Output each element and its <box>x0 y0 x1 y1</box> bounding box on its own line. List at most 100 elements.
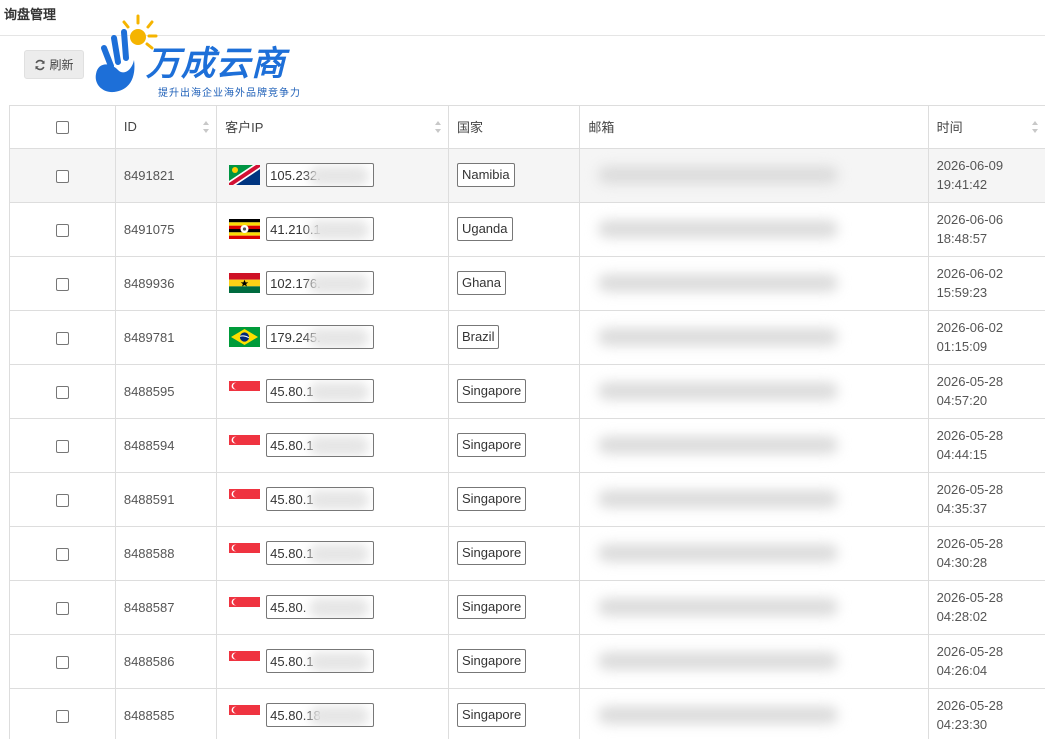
country-field[interactable]: Singapore <box>456 541 527 565</box>
table-row[interactable]: 8488587 45.80. Singapore 2026-05-28 04:28… <box>10 580 1045 635</box>
row-email-cell <box>579 202 929 257</box>
row-checkbox[interactable] <box>55 493 69 507</box>
row-date: 2026-05-28 <box>936 644 1004 659</box>
row-checkbox[interactable] <box>55 709 69 723</box>
row-id: 8488591 <box>115 472 218 527</box>
singapore-flag-icon <box>229 651 261 671</box>
table-row[interactable]: 8488595 45.80.1 Singapore 2026-05-28 04:5… <box>10 364 1045 419</box>
row-clock: 01:15:09 <box>936 339 988 354</box>
country-field[interactable]: Singapore <box>456 595 527 619</box>
ip-field[interactable]: 45.80.1 <box>266 379 375 403</box>
row-date: 2026-05-28 <box>936 590 1004 605</box>
row-time-cell: 2026-06-06 18:48:57 <box>928 202 1045 257</box>
row-select-cell <box>10 688 116 739</box>
namibia-flag-icon <box>229 165 261 185</box>
row-id: 8489936 <box>115 256 218 311</box>
column-header-ip[interactable]: 客户IP <box>216 106 449 149</box>
row-date: 2026-06-06 <box>936 212 1004 227</box>
row-checkbox[interactable] <box>55 169 69 183</box>
uganda-flag-icon <box>229 219 261 239</box>
email-redacted <box>598 652 839 670</box>
refresh-button[interactable]: 刷新 <box>24 50 84 79</box>
refresh-label: 刷新 <box>49 58 74 72</box>
table-row[interactable]: 8491821 105.232. Namibia 2026-06-09 19:41… <box>10 148 1045 203</box>
email-redacted <box>598 328 839 346</box>
table-row[interactable]: 8489936 102.176. Ghana 2026-06-02 15:59:2… <box>10 256 1045 311</box>
row-clock: 04:30:28 <box>936 555 988 570</box>
table-row[interactable]: 8491075 41.210.1 Uganda 2026-06-06 18:48:… <box>10 202 1045 257</box>
sort-icon <box>1032 121 1038 133</box>
row-email-cell <box>579 418 929 473</box>
row-select-cell <box>10 310 116 365</box>
row-id: 8488594 <box>115 418 218 473</box>
row-time-cell: 2026-05-28 04:23:30 <box>928 688 1045 739</box>
row-checkbox[interactable] <box>55 655 69 669</box>
ip-field[interactable]: 45.80.1 <box>266 541 375 565</box>
country-field[interactable]: Singapore <box>456 379 527 403</box>
row-email-cell <box>579 364 929 419</box>
row-email-cell <box>579 580 929 635</box>
row-country-cell: Singapore <box>448 472 581 527</box>
row-select-cell <box>10 202 116 257</box>
country-field[interactable]: Uganda <box>456 217 513 241</box>
row-checkbox[interactable] <box>55 223 69 237</box>
column-header-time[interactable]: 时间 <box>928 106 1045 149</box>
ip-field[interactable]: 45.80. <box>266 595 375 619</box>
table-row[interactable]: 8489781 179.245. Brazil 2026-06-02 01:15:… <box>10 310 1045 365</box>
row-checkbox[interactable] <box>55 331 69 345</box>
row-email-cell <box>579 526 929 581</box>
ip-field[interactable]: 45.80.1 <box>266 649 375 673</box>
column-header-country: 国家 <box>448 106 581 149</box>
row-date: 2026-06-02 <box>936 320 1004 335</box>
row-ip-cell: 105.232. <box>216 148 449 203</box>
country-field[interactable]: Singapore <box>456 649 527 673</box>
country-field[interactable]: Singapore <box>456 433 527 457</box>
row-date: 2026-05-28 <box>936 536 1004 551</box>
ip-field[interactable]: 105.232. <box>266 163 375 187</box>
select-all-checkbox[interactable] <box>55 121 69 135</box>
email-redacted <box>598 436 839 454</box>
table-row[interactable]: 8488591 45.80.1 Singapore 2026-05-28 04:3… <box>10 472 1045 527</box>
row-select-cell <box>10 256 116 311</box>
row-checkbox[interactable] <box>55 385 69 399</box>
row-clock: 18:48:57 <box>936 231 988 246</box>
ip-field[interactable]: 179.245. <box>266 325 375 349</box>
country-field[interactable]: Singapore <box>456 703 527 727</box>
row-checkbox[interactable] <box>55 547 69 561</box>
email-redacted <box>598 706 839 724</box>
row-clock: 04:44:15 <box>936 447 988 462</box>
row-ip-cell: 179.245. <box>216 310 449 365</box>
row-clock: 04:23:30 <box>936 717 988 732</box>
email-redacted <box>598 490 839 508</box>
row-ip-cell: 102.176. <box>216 256 449 311</box>
ip-field[interactable]: 45.80.18 <box>266 703 375 727</box>
country-field[interactable]: Ghana <box>456 271 506 295</box>
row-time-cell: 2026-05-28 04:57:20 <box>928 364 1045 419</box>
redaction-blur <box>309 436 370 456</box>
ip-field[interactable]: 41.210.1 <box>266 217 375 241</box>
country-field[interactable]: Singapore <box>456 487 527 511</box>
logo-slogan: 提升出海企业海外品牌竞争力 <box>158 88 301 99</box>
row-country-cell: Singapore <box>448 580 581 635</box>
country-field[interactable]: Namibia <box>456 163 515 187</box>
row-date: 2026-06-02 <box>936 266 1004 281</box>
row-country-cell: Ghana <box>448 256 581 311</box>
country-field[interactable]: Brazil <box>456 325 500 349</box>
ip-field[interactable]: 102.176. <box>266 271 375 295</box>
redaction-blur <box>309 544 370 564</box>
redaction-blur <box>309 328 370 348</box>
singapore-flag-icon <box>229 435 261 455</box>
row-checkbox[interactable] <box>55 277 69 291</box>
column-header-id[interactable]: ID <box>115 106 218 149</box>
row-checkbox[interactable] <box>55 601 69 615</box>
row-checkbox[interactable] <box>55 439 69 453</box>
row-ip-cell: 45.80.1 <box>216 472 449 527</box>
row-email-cell <box>579 634 929 689</box>
table-row[interactable]: 8488586 45.80.1 Singapore 2026-05-28 04:2… <box>10 634 1045 689</box>
redaction-blur <box>309 490 370 510</box>
table-row[interactable]: 8488594 45.80.1 Singapore 2026-05-28 04:4… <box>10 418 1045 473</box>
ip-field[interactable]: 45.80.1 <box>266 433 375 457</box>
table-row[interactable]: 8488585 45.80.18 Singapore 2026-05-28 04:… <box>10 688 1045 739</box>
ip-field[interactable]: 45.80.1 <box>266 487 375 511</box>
table-row[interactable]: 8488588 45.80.1 Singapore 2026-05-28 04:3… <box>10 526 1045 581</box>
